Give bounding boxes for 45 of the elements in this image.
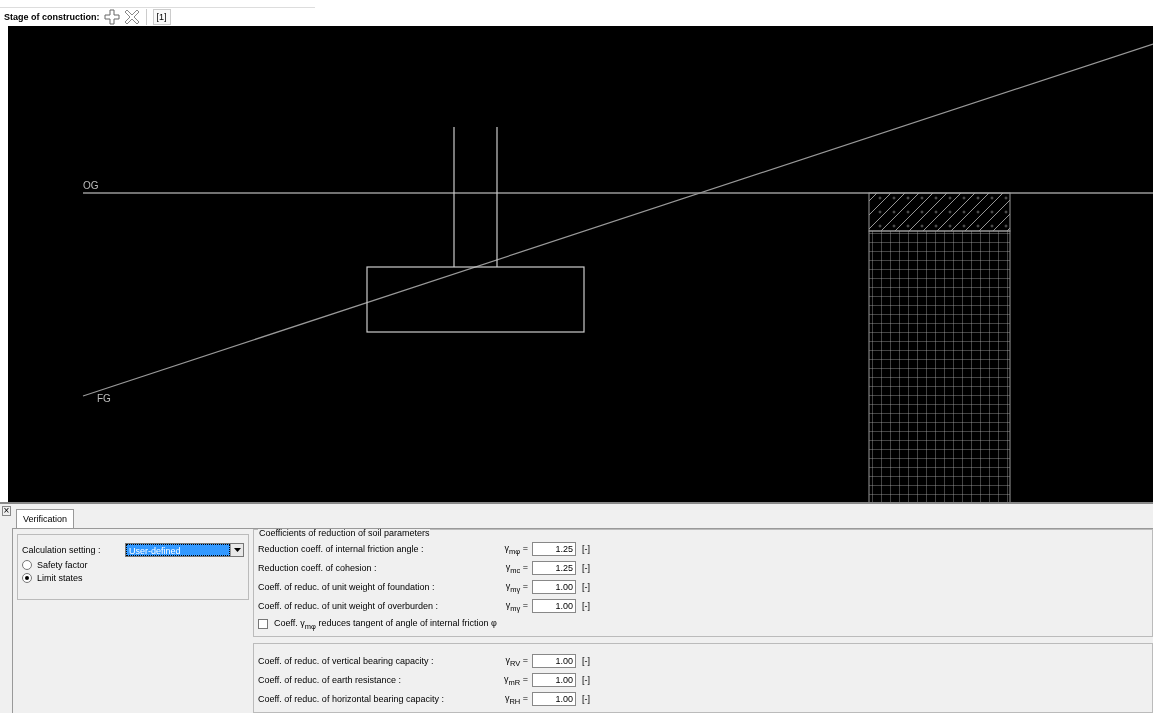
symbol-label: γ$_{mc}$ = bbox=[504, 561, 528, 575]
unit-label: [-] bbox=[582, 656, 590, 666]
symbol-label: γ$_{mγ}$ = bbox=[504, 599, 528, 613]
stage-tab[interactable]: [1] bbox=[152, 9, 171, 26]
ground-label: OG bbox=[83, 180, 99, 192]
symbol-label: γ$_{RV}$ = bbox=[504, 654, 528, 668]
input-field[interactable]: 1.00 bbox=[532, 580, 576, 594]
symbol-label: γ$_{RH}$ = bbox=[503, 692, 528, 706]
group-title: Coefficients of reduction of soil parameters bbox=[258, 529, 431, 538]
input-field[interactable]: 1.00 bbox=[532, 599, 576, 613]
radio-button[interactable] bbox=[22, 560, 32, 570]
coefficient-label: Coeff. of reduc. of unit weight of foundation : bbox=[258, 582, 436, 592]
unit-label: [-] bbox=[582, 694, 590, 704]
unit-label: [-] bbox=[582, 601, 590, 611]
verification-tab[interactable]: Verification bbox=[16, 509, 75, 528]
radio-option[interactable]: Safety factor bbox=[22, 560, 244, 570]
input-field[interactable]: 1.25 bbox=[532, 561, 576, 575]
symbol-label: γ$_{mγ}$ = bbox=[504, 580, 528, 594]
setting-label: Calculation setting : bbox=[22, 545, 101, 555]
input-field[interactable]: 1.00 bbox=[532, 692, 576, 706]
close-button[interactable]: × bbox=[2, 506, 11, 516]
coefficient-label: Coeff. of reduc. of earth resistance : bbox=[258, 675, 402, 685]
coefficient-label: Coeff. of reduc. of vertical bearing capacity : bbox=[258, 656, 435, 666]
delete-icon[interactable] bbox=[123, 9, 140, 26]
unit-label: [-] bbox=[582, 675, 590, 685]
add-icon[interactable] bbox=[103, 9, 120, 26]
coefficient-label: Reduction coeff. of internal friction angle : bbox=[258, 544, 425, 554]
radio-option[interactable]: Limit states bbox=[22, 573, 244, 583]
unit-label: [-] bbox=[582, 563, 590, 573]
caret-icon bbox=[233, 548, 241, 552]
ground-label: FG bbox=[97, 393, 111, 405]
checkbox-label: Coeff. γ$_{mφ}$ reduces tangent of angle of internal friction φ bbox=[274, 617, 497, 631]
coefficient-label: Coeff. of reduc. of unit weight of overburden : bbox=[258, 601, 439, 611]
input-field[interactable]: 1.25 bbox=[532, 542, 576, 556]
checkbox[interactable] bbox=[258, 619, 268, 629]
stage-label: Stage of construction: bbox=[4, 12, 100, 23]
radio-button[interactable] bbox=[22, 573, 32, 583]
input-field[interactable]: 1.00 bbox=[532, 654, 576, 668]
unit-label: [-] bbox=[582, 544, 590, 554]
unit-label: [-] bbox=[582, 582, 590, 592]
input-field[interactable]: 1.00 bbox=[532, 673, 576, 687]
symbol-label: γ$_{mR}$ = bbox=[503, 673, 528, 687]
symbol-label: γ$_{mφ}$ = bbox=[503, 542, 528, 556]
coefficient-label: Reduction coeff. of cohesion : bbox=[258, 563, 378, 573]
coefficient-label: Coeff. of reduc. of horizontal bearing capacity : bbox=[258, 694, 445, 704]
